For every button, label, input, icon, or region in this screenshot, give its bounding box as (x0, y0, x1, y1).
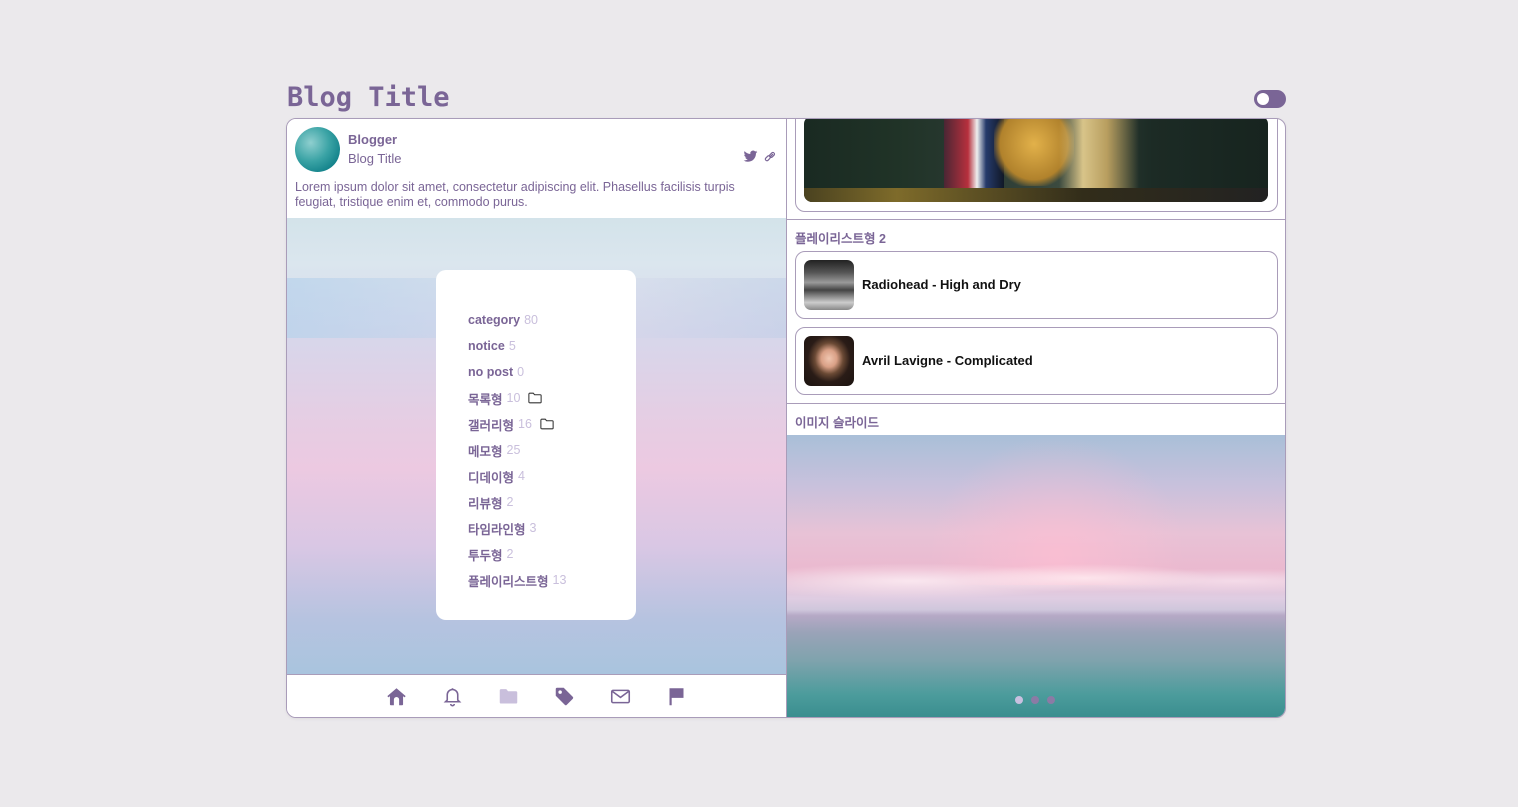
category-item[interactable]: 갤러리형 16 (468, 411, 566, 437)
link-icon[interactable] (763, 149, 778, 164)
slide-dot[interactable] (1047, 696, 1055, 704)
playlist-track[interactable]: Avril Lavigne - Complicated (795, 327, 1278, 395)
home-icon (387, 688, 406, 706)
slide-dot[interactable] (1031, 696, 1039, 704)
nav-notifications[interactable] (442, 686, 464, 708)
nav-tags[interactable] (554, 686, 576, 708)
slider-title: 이미지 슬라이드 (795, 416, 879, 430)
profile-subtitle: Blog Title (348, 151, 402, 166)
slide-dot[interactable] (1015, 696, 1023, 704)
bottom-nav (287, 674, 786, 717)
category-label: 메모형 (468, 444, 503, 459)
video-thumbnail[interactable] (804, 119, 1268, 202)
playlist-title: 플레이리스트형 2 (795, 232, 886, 246)
track-thumbnail (804, 336, 854, 386)
nav-guestbook[interactable] (610, 686, 632, 708)
toggle-knob (1257, 93, 1269, 105)
category-count: 2 (506, 495, 514, 509)
divider (787, 403, 1285, 404)
category-item[interactable]: notice 5 (468, 333, 566, 359)
theme-toggle[interactable] (1254, 90, 1286, 108)
category-count: 10 (506, 391, 521, 405)
category-item[interactable]: category 80 (468, 307, 566, 333)
profile-card: Blogger Blog Title Lorem ipsum dolor sit… (287, 119, 786, 218)
track-thumbnail (804, 260, 854, 310)
category-count: 3 (529, 521, 537, 535)
category-item[interactable]: 투두형 2 (468, 541, 566, 567)
category-count: 80 (524, 313, 539, 327)
track-name: Radiohead - High and Dry (862, 277, 1021, 292)
image-slide[interactable] (787, 435, 1285, 717)
category-item[interactable]: no post 0 (468, 359, 566, 385)
nav-flag[interactable] (666, 686, 688, 708)
category-label: 디데이형 (468, 470, 515, 485)
category-count: 2 (506, 547, 514, 561)
folder-icon (499, 689, 518, 704)
category-label: category (468, 313, 521, 327)
blog-title[interactable]: Blog Title (287, 80, 450, 116)
category-item[interactable]: 리뷰형 2 (468, 489, 566, 515)
category-label: 목록형 (468, 392, 503, 407)
slide-dots (1015, 696, 1055, 704)
category-item[interactable]: 목록형 10 (468, 385, 566, 411)
folder-icon[interactable] (528, 392, 543, 404)
playlist-track[interactable]: Radiohead - High and Dry (795, 251, 1278, 319)
nav-home[interactable] (386, 686, 408, 708)
category-item[interactable]: 메모형 25 (468, 437, 566, 463)
category-count: 13 (552, 573, 567, 587)
category-label: 리뷰형 (468, 496, 503, 511)
folder-icon[interactable] (540, 418, 554, 430)
profile-name: Blogger (348, 132, 398, 147)
flag-icon (669, 688, 684, 706)
nav-category[interactable] (498, 686, 520, 708)
category-item[interactable]: 타임라인형 3 (468, 515, 566, 541)
category-count: 25 (506, 443, 521, 457)
video-card (795, 119, 1278, 212)
category-label: 갤러리형 (468, 418, 515, 433)
category-item[interactable]: 플레이리스트형 13 (468, 567, 566, 593)
category-box: category 80 notice 5 no post 0 목록형 10 갤러리형 16 메모형 2… (436, 270, 636, 620)
category-label: notice (468, 339, 505, 353)
profile-links (743, 149, 778, 164)
divider (787, 219, 1285, 220)
category-count: 4 (518, 469, 525, 483)
main-frame: Blogger Blog Title Lorem ipsum dolor sit… (286, 118, 1286, 718)
category-label: 타임라인형 (468, 522, 526, 537)
tag-icon (555, 687, 574, 706)
bell-icon (443, 688, 462, 707)
category-label: 플레이리스트형 (468, 574, 549, 589)
mail-icon (610, 689, 631, 704)
category-item[interactable]: 디데이형 4 (468, 463, 566, 489)
track-name: Avril Lavigne - Complicated (862, 353, 1033, 368)
category-label: no post (468, 365, 514, 379)
left-panel: Blogger Blog Title Lorem ipsum dolor sit… (287, 119, 787, 717)
category-count: 16 (518, 417, 532, 431)
twitter-icon[interactable] (743, 149, 758, 164)
category-background: category 80 notice 5 no post 0 목록형 10 갤러리형 16 메모형 2… (287, 218, 786, 674)
category-list: category 80 notice 5 no post 0 목록형 10 갤러리형 16 메모형 2… (468, 307, 566, 593)
category-count: 0 (517, 365, 525, 379)
category-label: 투두형 (468, 548, 503, 563)
right-panel: 플레이리스트형 2 Radiohead - High and Dry Avril… (787, 119, 1285, 717)
profile-description: Lorem ipsum dolor sit amet, consectetur … (295, 180, 735, 209)
avatar[interactable] (295, 127, 340, 172)
category-count: 5 (508, 339, 516, 353)
